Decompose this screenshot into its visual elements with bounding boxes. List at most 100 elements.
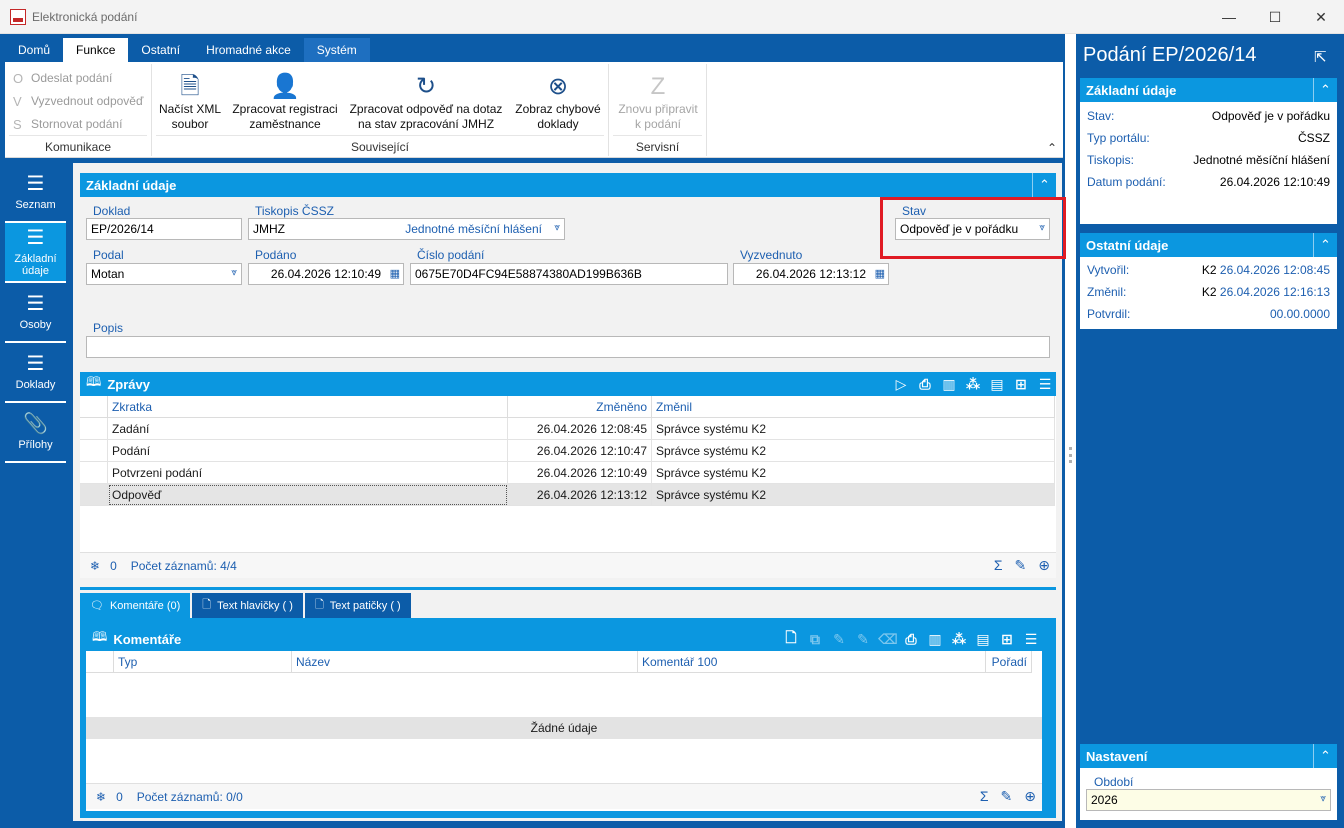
tab-text-paticky[interactable]: 🗋 Text patičky ( ) xyxy=(304,593,411,618)
columns-icon[interactable]: ▤ xyxy=(974,631,992,648)
podano-field[interactable]: 26.04.2026 12:10:49 ▦ xyxy=(248,263,404,285)
column-header[interactable]: Typ xyxy=(114,651,292,673)
tab-text-hlavicky[interactable]: 🗋 Text hlavičky ( ) xyxy=(192,593,303,618)
tab-funkce[interactable]: Funkce xyxy=(63,38,129,62)
collapse-chevron-icon[interactable]: ⌃ xyxy=(1313,78,1337,102)
add-record-icon[interactable]: ⊕ xyxy=(1038,557,1050,574)
column-header[interactable]: Změněno xyxy=(508,396,652,418)
sum-icon[interactable]: Σ xyxy=(994,557,1003,574)
obdobi-select[interactable]: 2026 ⩔ xyxy=(1086,789,1331,811)
snowflake-icon[interactable]: ❄ xyxy=(96,790,106,804)
close-button[interactable]: ✕ xyxy=(1298,0,1344,34)
odeslat-podani-button[interactable]: O Odeslat podání xyxy=(13,68,112,88)
edit-icon: ✎ xyxy=(857,630,869,647)
column-header[interactable]: Komentář 100 xyxy=(638,651,986,673)
chevron-down-icon[interactable]: ⩔ xyxy=(231,267,237,278)
table-row[interactable]: Správce systému K2 xyxy=(652,462,1055,484)
table-row-selected[interactable]: Odpověď xyxy=(108,484,508,506)
tab-ostatni[interactable]: Ostatní xyxy=(128,38,193,62)
zobraz-chybove-doklady-button[interactable]: ⊗ Zobraz chybové doklady xyxy=(512,70,604,132)
doklad-field[interactable]: EP/2026/14 xyxy=(86,218,242,240)
ribbon-group-label: Komunikace xyxy=(44,140,112,154)
tab-komentare[interactable]: 🗨 Komentáře (0) xyxy=(80,593,191,618)
column-header[interactable]: Pořadí xyxy=(986,651,1032,673)
nav-zakladni-udaje[interactable]: ☰ Základní údaje xyxy=(5,223,66,283)
chart-icon[interactable]: ▥ xyxy=(926,631,944,648)
chart-icon[interactable]: ▥ xyxy=(940,376,958,393)
collapse-ribbon-icon[interactable]: ⌃ xyxy=(1047,141,1057,155)
table-row[interactable]: Potvrzeni podání xyxy=(108,462,508,484)
table-row[interactable]: Správce systému K2 xyxy=(652,440,1055,462)
chevron-down-icon[interactable]: ⩔ xyxy=(1320,793,1326,804)
zpracovat-odpoved-button[interactable]: ↻ Zpracovat odpověď na dotaz na stav zpr… xyxy=(346,70,506,132)
table-row-selected[interactable]: Správce systému K2 xyxy=(652,484,1055,506)
tree-icon[interactable]: ⁂ xyxy=(950,631,968,648)
play-icon[interactable]: ▷ xyxy=(892,376,910,393)
table-row[interactable]: 26.04.2026 12:10:49 xyxy=(508,462,652,484)
table-row[interactable]: Správce systému K2 xyxy=(652,418,1055,440)
podal-select[interactable]: Motan ⩔ xyxy=(86,263,242,285)
calendar-icon[interactable]: ▦ xyxy=(390,267,400,280)
right-settings-panel: Období 2026 ⩔ xyxy=(1080,768,1337,820)
table-row[interactable]: 26.04.2026 12:10:47 xyxy=(508,440,652,462)
menu-icon[interactable]: ☰ xyxy=(1036,376,1054,393)
edit-icon[interactable]: ✎ xyxy=(1015,557,1027,574)
add-record-icon[interactable]: ⊕ xyxy=(1024,788,1036,805)
columns-icon[interactable]: ▤ xyxy=(988,376,1006,393)
export-icon[interactable]: ⊞ xyxy=(998,631,1016,648)
minimize-button[interactable]: — xyxy=(1206,0,1252,34)
table-row[interactable]: Zadání xyxy=(108,418,508,440)
collapse-chevron-icon[interactable]: ⌃ xyxy=(1313,744,1337,768)
tab-system[interactable]: Systém xyxy=(303,38,370,62)
calendar-icon[interactable]: ▦ xyxy=(875,267,885,280)
highlight-box xyxy=(880,197,1066,259)
zpracovat-registraci-button[interactable]: 👤 Zpracovat registraci zaměstnance xyxy=(230,70,340,132)
menu-icon[interactable]: ☰ xyxy=(1022,631,1040,648)
maximize-button[interactable]: ☐ xyxy=(1252,0,1298,34)
export-icon[interactable]: ⊞ xyxy=(1012,376,1030,393)
print-icon[interactable]: ⎙ xyxy=(916,376,934,393)
nav-osoby[interactable]: ☰ Osoby xyxy=(5,283,66,343)
table-row-selected[interactable]: 26.04.2026 12:13:12 xyxy=(508,484,652,506)
book-icon: 🕮 xyxy=(92,629,108,644)
ribbon-group-komunikace: O Odeslat podání V Vyzvednout odpověď S Sto… xyxy=(5,64,152,156)
tab-domu[interactable]: Domů xyxy=(5,38,63,62)
column-header[interactable]: Název xyxy=(292,651,638,673)
user-check-icon: 👤 xyxy=(270,72,300,100)
section-divider[interactable] xyxy=(80,587,1056,590)
cislo-field[interactable]: 0675E70D4FC94E58874380AD199B636B xyxy=(410,263,728,285)
info-panel-title: Podání EP/2026/14 xyxy=(1083,44,1257,66)
nacist-xml-button[interactable]: 🗎 Načíst XML soubor xyxy=(157,70,223,132)
print-icon[interactable]: ⎙ xyxy=(902,631,920,648)
collapse-chevron-icon[interactable]: ⌃ xyxy=(1313,233,1337,257)
nav-prilohy[interactable]: 📎 Přílohy xyxy=(5,403,66,463)
znovu-pripravit-button[interactable]: Z Znovu připravit k podání xyxy=(613,70,703,132)
vyzvednuto-field[interactable]: 26.04.2026 12:13:12 ▦ xyxy=(733,263,889,285)
tiskopis-label: Tiskopis ČSSZ xyxy=(255,204,334,218)
popout-icon[interactable]: ⇱ xyxy=(1314,48,1327,66)
sum-icon[interactable]: Σ xyxy=(980,788,989,805)
nav-doklady[interactable]: ☰ Doklady xyxy=(5,343,66,403)
snowflake-icon[interactable]: ❄ xyxy=(90,559,100,573)
tree-icon[interactable]: ⁂ xyxy=(964,376,982,393)
collapse-chevron-icon[interactable]: ⌃ xyxy=(1032,173,1056,197)
tiskopis-select[interactable]: JMHZ Jednotné měsíční hlášení ⩔ xyxy=(248,218,565,240)
tab-hromadne-akce[interactable]: Hromadné akce xyxy=(193,38,304,62)
table-row[interactable]: Podání xyxy=(108,440,508,462)
column-header[interactable]: Změnil xyxy=(652,396,1055,418)
vyzvednout-odpoved-button[interactable]: V Vyzvednout odpověď xyxy=(13,91,143,111)
panel-splitter[interactable] xyxy=(1065,34,1076,828)
right-settings-header: Nastavení ⌃ xyxy=(1080,744,1337,768)
chevron-down-icon[interactable]: ⩔ xyxy=(554,222,560,233)
column-header[interactable]: Zkratka xyxy=(108,396,508,418)
list-icon: ☰ xyxy=(26,353,45,375)
new-document-icon[interactable]: 🗋 xyxy=(782,627,800,651)
popis-field[interactable] xyxy=(86,336,1050,358)
table-row[interactable]: 26.04.2026 12:08:45 xyxy=(508,418,652,440)
popis-label: Popis xyxy=(93,321,124,335)
ribbon-group-label: Servisní xyxy=(635,140,680,154)
edit-icon[interactable]: ✎ xyxy=(1001,788,1013,805)
nav-seznam[interactable]: ☰ Seznam xyxy=(5,163,66,223)
stornovat-podani-button[interactable]: S Stornovat podání xyxy=(13,114,122,134)
ribbon-group-souvisejici: 🗎 Načíst XML soubor 👤 Zpracovat registra… xyxy=(152,64,609,156)
